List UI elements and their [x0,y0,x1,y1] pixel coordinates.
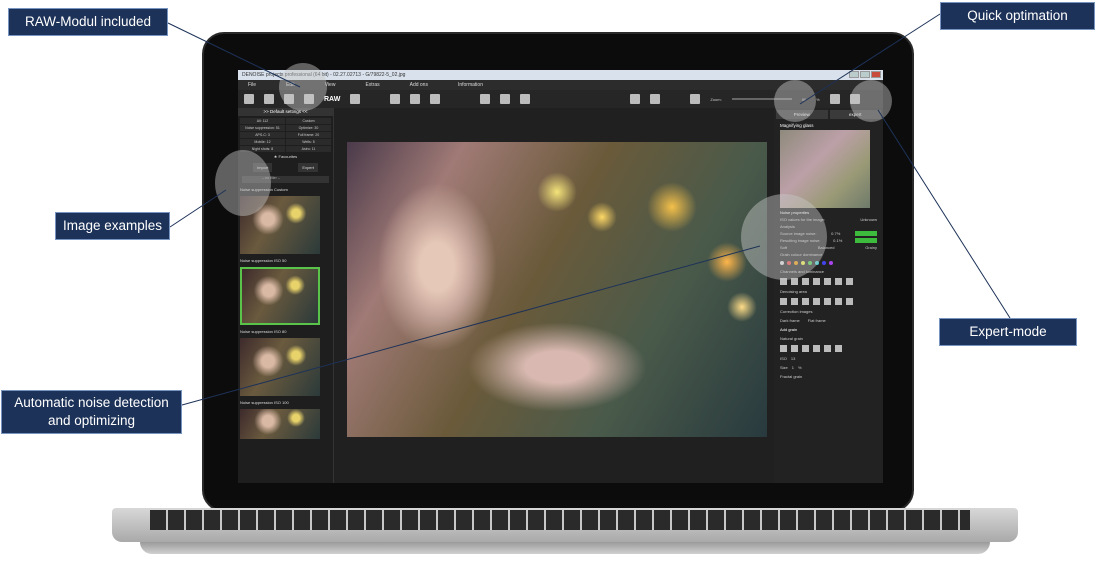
callout-expert-mode: Expert-mode [939,318,1077,346]
callout-quick-optimation: Quick optimation [940,2,1095,30]
callout-raw-modul: RAW-Modul included [8,8,168,36]
callout-auto-noise: Automatic noise detection and optimizing [1,390,182,434]
callout-lines [167,13,1011,406]
callout-image-examples: Image examples [55,212,170,240]
